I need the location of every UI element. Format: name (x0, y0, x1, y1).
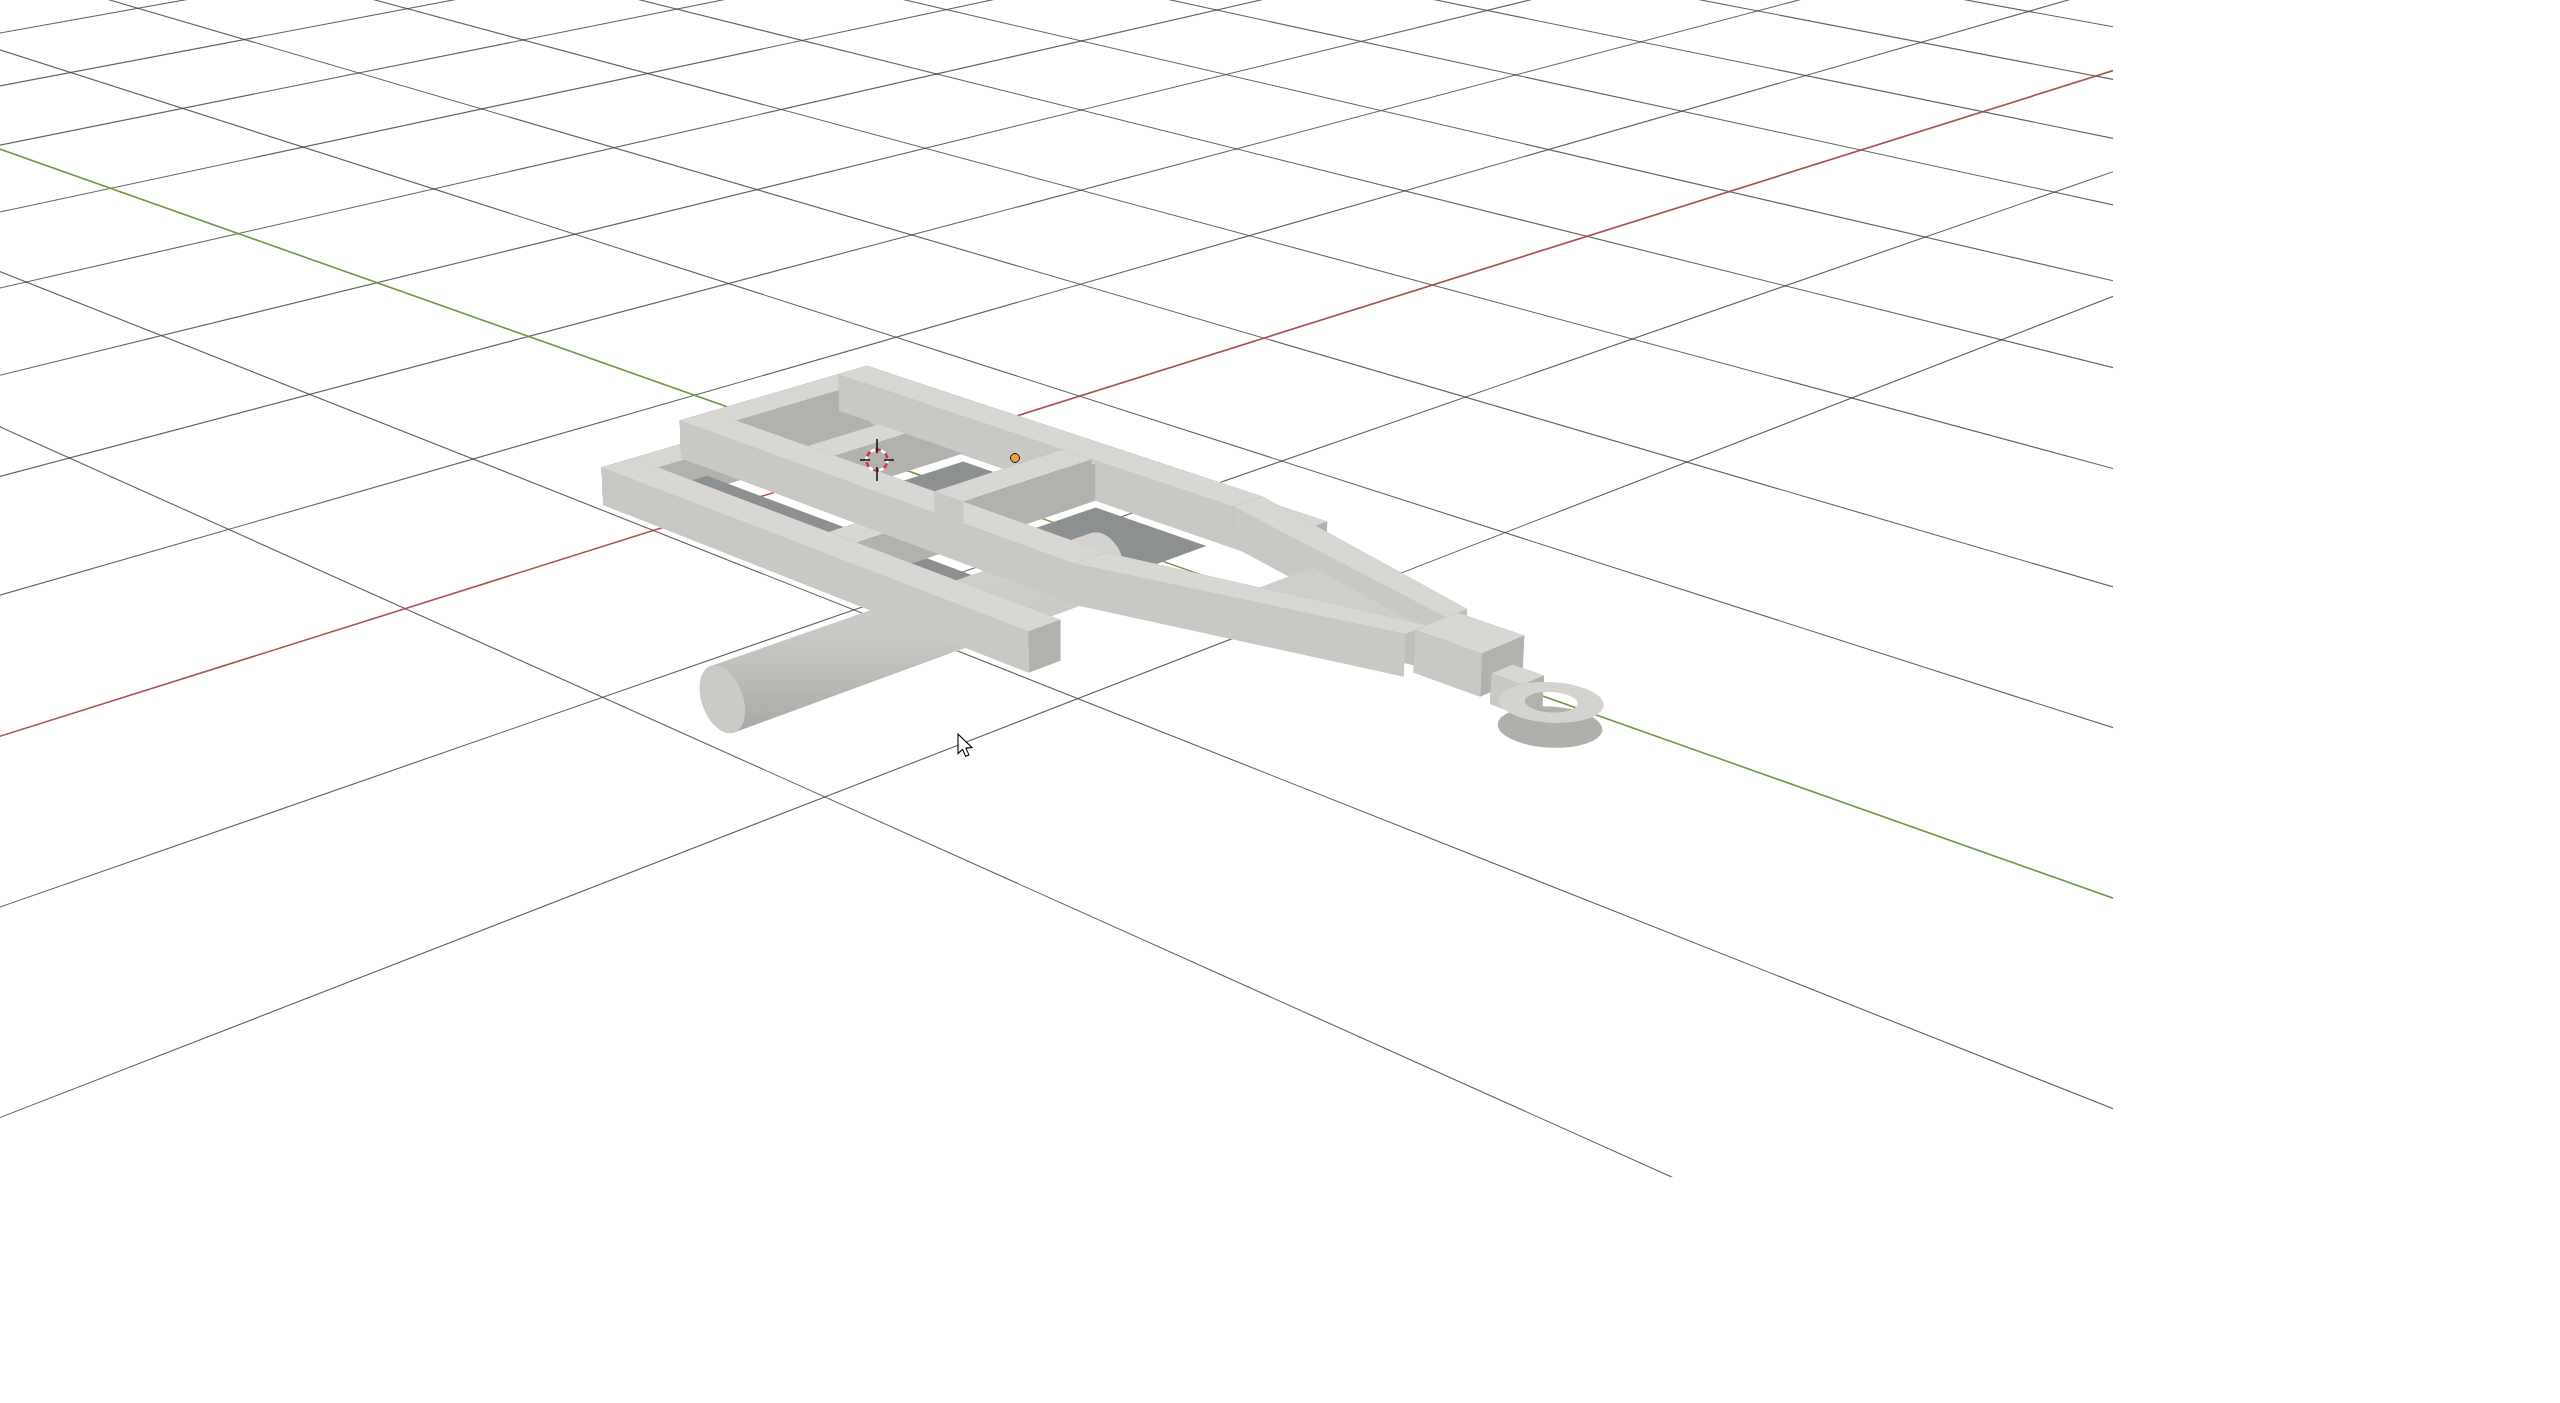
object-origin-dot (1011, 454, 1020, 463)
trailer-model[interactable] (602, 366, 1604, 748)
viewport-scene[interactable] (8, 8, 2113, 1177)
mouse-cursor (958, 734, 972, 756)
